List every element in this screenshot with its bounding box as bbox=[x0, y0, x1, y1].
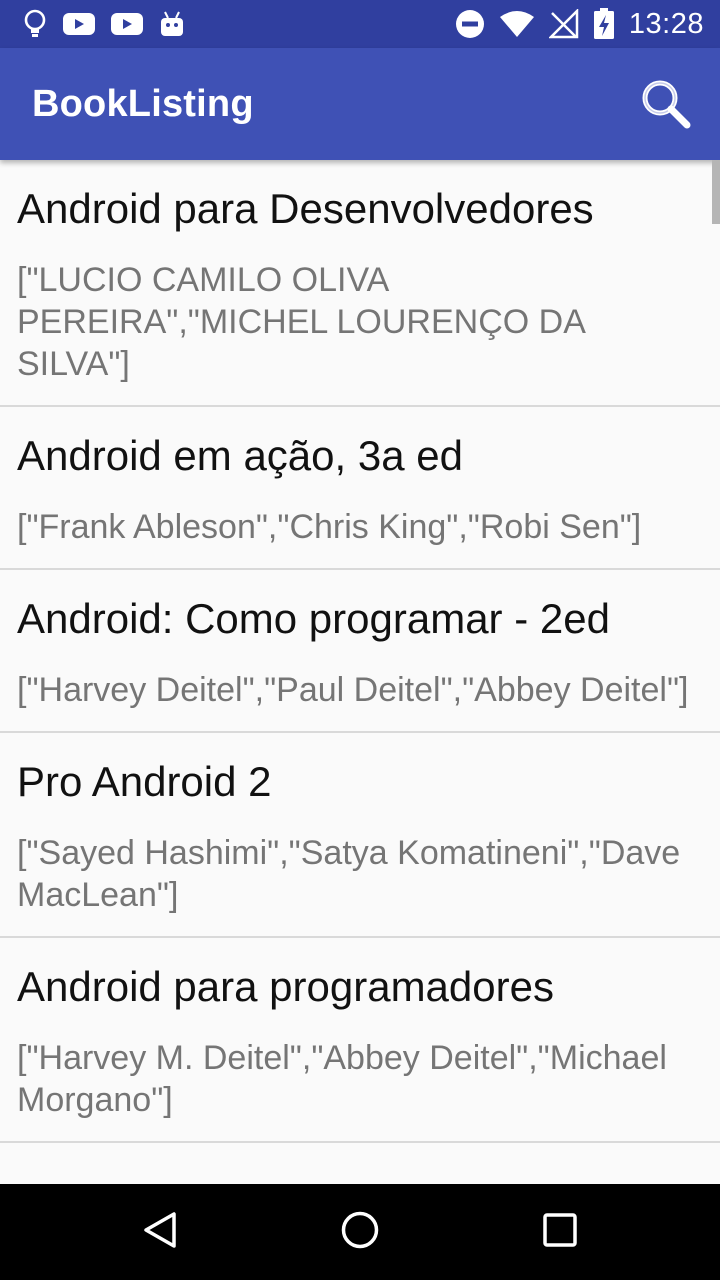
list-item[interactable]: Pro Android 2 ["Sayed Hashimi","Satya Ko… bbox=[0, 733, 720, 938]
list-item[interactable]: Android em ação, 3a ed ["Frank Ableson",… bbox=[0, 407, 720, 570]
search-icon bbox=[640, 80, 692, 134]
list-item[interactable]: Android: Como programar - 2ed ["Harvey D… bbox=[0, 570, 720, 733]
navigation-bar bbox=[0, 1184, 720, 1280]
back-triangle-icon bbox=[140, 1210, 180, 1255]
search-button[interactable] bbox=[640, 78, 692, 130]
list-item[interactable]: Android para Desenvolvedores ["LUCIO CAM… bbox=[0, 160, 720, 407]
scrollbar-thumb[interactable] bbox=[712, 160, 720, 224]
book-authors: ["Harvey Deitel","Paul Deitel","Abbey De… bbox=[17, 671, 689, 709]
status-clock: 13:28 bbox=[628, 7, 704, 40]
book-title: Android: Como programar - 2ed bbox=[17, 595, 610, 642]
book-title: Pro Android 2 bbox=[17, 758, 272, 805]
recents-square-icon bbox=[540, 1210, 580, 1255]
book-authors: ["LUCIO CAMILO OLIVA PEREIRA","MICHEL LO… bbox=[17, 261, 584, 383]
book-title: Android para programadores bbox=[17, 963, 554, 1010]
app-title: BookListing bbox=[32, 83, 254, 125]
lightbulb-icon bbox=[22, 9, 48, 39]
wifi-icon bbox=[499, 9, 535, 39]
list-item[interactable] bbox=[0, 1143, 720, 1184]
no-signal-icon bbox=[548, 9, 579, 39]
youtube-icon bbox=[62, 11, 96, 37]
youtube-icon bbox=[110, 11, 144, 37]
book-title: Android em ação, 3a ed bbox=[17, 432, 463, 479]
battery-charging-icon bbox=[593, 8, 615, 40]
book-authors: ["Sayed Hashimi","Satya Komatineni","Dav… bbox=[17, 834, 681, 914]
back-button[interactable] bbox=[130, 1202, 190, 1262]
app-bar: BookListing bbox=[0, 48, 720, 160]
status-bar: 13:28 bbox=[0, 0, 720, 48]
recents-button[interactable] bbox=[530, 1202, 590, 1262]
book-list[interactable]: Android para Desenvolvedores ["LUCIO CAM… bbox=[0, 160, 720, 1184]
book-title: Android para Desenvolvedores bbox=[17, 185, 594, 232]
book-authors: ["Harvey M. Deitel","Abbey Deitel","Mich… bbox=[17, 1039, 667, 1119]
book-authors: ["Frank Ableson","Chris King","Robi Sen"… bbox=[17, 508, 642, 546]
home-button[interactable] bbox=[330, 1202, 390, 1262]
do-not-disturb-icon bbox=[455, 9, 485, 39]
home-circle-icon bbox=[340, 1210, 380, 1255]
list-item[interactable]: Android para programadores ["Harvey M. D… bbox=[0, 938, 720, 1143]
android-icon bbox=[158, 10, 186, 38]
